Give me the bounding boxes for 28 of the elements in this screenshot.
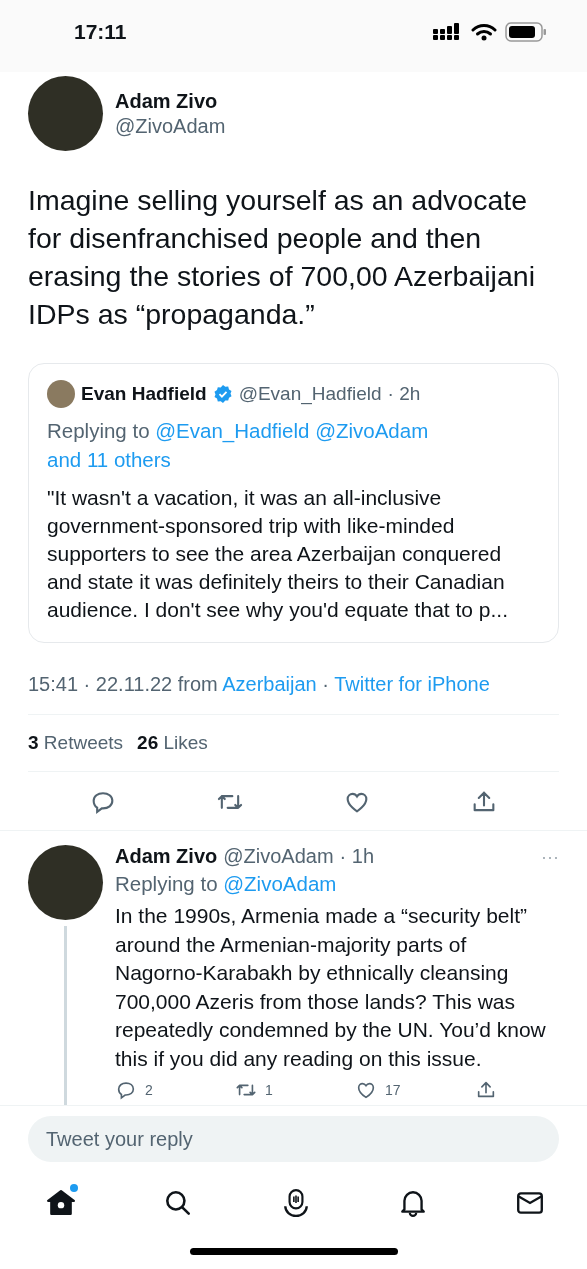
tweet-timestamp: 15:41 · 22.11.22 from Azerbaijan · Twitter for iPhone [28, 673, 491, 696]
replying-to-text: Replying to @ZivoAdam [115, 872, 338, 896]
reply-text: In the 1990s, Armenia made a “security belt” around the Armenian-majority parts of Nagorno-Karabakh by ethnically cleansing 700,000 Azeris from those lands? This was repeatedly condemned by the UN. You’d know this if you did any reading on this issue. [115, 903, 547, 1072]
mention-link[interactable]: and 11 others [47, 448, 171, 471]
quoted-time: · 2h [387, 383, 421, 405]
tweet-text: Imagine selling yourself as an advocate for disenfranchised people and then erasing the stories of 700,00 Azerbaijani IDPs as “propaganda.” [28, 183, 536, 332]
action-count: 17 [385, 1082, 401, 1098]
reply-time: · 1h [339, 845, 375, 868]
client-link[interactable]: Twitter for iPhone [334, 673, 490, 695]
replying-to-text: Replying to @Evan_Hadfield @ZivoAdam and 11 others [47, 418, 430, 473]
clock: 17:11 [74, 20, 127, 44]
quoted-author-name: Evan Hadfield [81, 383, 207, 405]
engagement-stat[interactable]: 26 Likes [137, 732, 208, 754]
location-link[interactable]: Azerbaijan [222, 673, 317, 695]
action-count: 2 [145, 1082, 153, 1098]
author-handle[interactable]: @ZivoAdam [115, 112, 226, 139]
more-button[interactable]: ··· [541, 847, 559, 868]
action-count: 1 [265, 1082, 273, 1098]
quoted-tweet-text: "It wasn't a vacation, it was an all-inclusive government-sponsored trip with like-minded supporters to see the area Azerbaijan conquered and state it was definitely theirs to their Canadian audience. I don't see why you'd equate that to p... [47, 485, 509, 623]
reply-author-handle: @ZivoAdam [223, 845, 334, 868]
reply-input-field[interactable]: Tweet your reply [28, 1116, 559, 1162]
mention-link[interactable]: @Evan_Hadfield [155, 419, 310, 442]
reply-author-name[interactable]: Adam Zivo [115, 845, 218, 868]
mention-link[interactable]: @ZivoAdam [315, 419, 429, 442]
mention-link[interactable]: @ZivoAdam [223, 872, 337, 895]
author-name[interactable]: Adam Zivo [115, 88, 226, 113]
quoted-author-handle: @Evan_Hadfield [238, 383, 382, 405]
engagement-stat[interactable]: 3 Retweets [28, 732, 124, 754]
